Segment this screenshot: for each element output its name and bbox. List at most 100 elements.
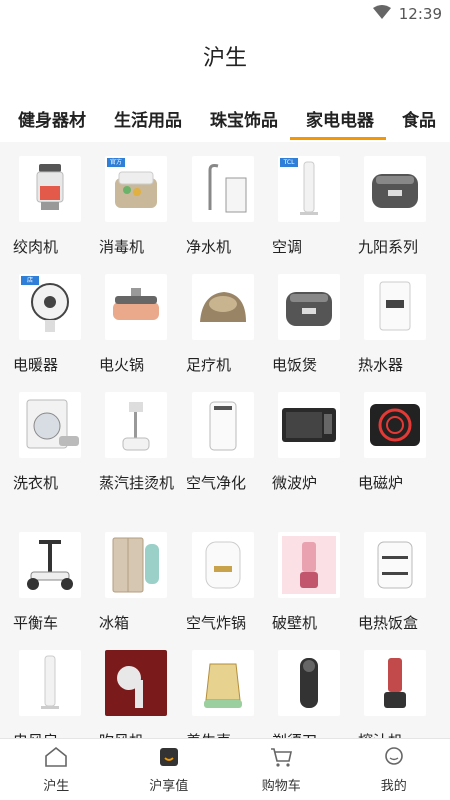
product-item[interactable]: 冰箱 (93, 518, 179, 636)
product-label: 蒸汽挂烫机 (99, 474, 175, 492)
product-label: 电火锅 (99, 356, 145, 374)
product-item[interactable]: 榨汁机 (352, 636, 438, 738)
profile-icon (383, 746, 405, 772)
product-item[interactable]: 电风扇 (7, 636, 93, 738)
nav-home-label: 沪生 (43, 778, 70, 794)
washing-machine-icon (19, 392, 81, 458)
product-label: 电饭煲 (272, 356, 318, 374)
sterilizer-icon: 官方 (105, 156, 167, 222)
product-item[interactable]: 洗衣机 (7, 378, 93, 496)
nav-profile-label: 我的 (380, 778, 407, 794)
induction-cooker-icon (364, 392, 426, 458)
product-item[interactable]: 养生壶 (180, 636, 266, 738)
product-item[interactable]: 足疗机 (180, 260, 266, 378)
tab-daily-goods[interactable]: 生活用品 (114, 96, 182, 140)
product-label: 冰箱 (99, 614, 130, 632)
microwave-icon (278, 392, 340, 458)
product-label: 养生壶 (186, 730, 266, 738)
product-label: 足疗机 (186, 356, 232, 374)
product-label: 净水机 (186, 238, 232, 256)
nav-cart-label: 购物车 (261, 778, 301, 794)
product-item[interactable]: 吹风机 (93, 636, 179, 738)
nav-home[interactable]: 沪生 (0, 739, 113, 800)
category-tabs: 健身器材 生活用品 珠宝饰品 家电电器 食品 (0, 96, 450, 140)
product-label: 剃须刀 (272, 730, 352, 738)
product-item[interactable]: 官方消毒机 (93, 142, 179, 260)
rice-cooker-icon (278, 274, 340, 340)
product-label: 空调 (272, 238, 303, 256)
product-item[interactable]: 九阳系列 (352, 142, 438, 260)
product-label: 空气炸锅 (186, 614, 247, 632)
product-grid-container: 绞肉机 官方 消毒机 净水机 TCL 空调 九阳系列店电暖器 电火锅 足疗机 电饭煲 热水器 洗衣机蒸… (0, 142, 450, 738)
product-item[interactable]: 电磁炉 (352, 378, 438, 496)
product-item[interactable]: 破壁机 (266, 518, 352, 636)
active-tab-indicator (290, 137, 386, 140)
product-item[interactable]: 净水机 (180, 142, 266, 260)
tower-fan-icon: TCL (278, 156, 340, 222)
product-label: 吹风机 (99, 730, 179, 738)
product-label: 电暖器 (13, 356, 59, 374)
meat-grinder-icon (19, 156, 81, 222)
tower-fan-icon (19, 650, 81, 716)
air-fryer-icon (192, 532, 254, 598)
nav-cart[interactable]: 购物车 (225, 739, 338, 800)
wifi-icon (372, 4, 391, 23)
product-badge: 官方 (107, 158, 125, 167)
tab-jewelry[interactable]: 珠宝饰品 (210, 96, 278, 140)
home-icon (44, 746, 68, 772)
rice-cooker-icon (364, 156, 426, 222)
product-label: 榨汁机 (358, 730, 438, 738)
product-label: 空气净化 (186, 474, 247, 492)
garment-steamer-icon (105, 392, 167, 458)
nav-points[interactable]: 沪享值 (113, 739, 226, 800)
health-kettle-icon (192, 650, 254, 716)
product-label: 电风扇 (13, 730, 93, 738)
product-badge: TCL (280, 158, 298, 167)
product-item[interactable]: 剃须刀 (266, 636, 352, 738)
product-label: 微波炉 (272, 474, 318, 492)
product-item[interactable]: 热水器 (352, 260, 438, 378)
refrigerator-icon (105, 532, 167, 598)
product-label: 电磁炉 (358, 474, 404, 492)
product-item[interactable]: 空气炸锅 (180, 518, 266, 636)
juicer-icon (364, 650, 426, 716)
bag-icon (158, 746, 180, 772)
blender-icon (278, 532, 340, 598)
product-item[interactable]: 电火锅 (93, 260, 179, 378)
bottom-nav: 沪生 沪享值 购物车 我的 (0, 738, 450, 800)
heater-fan-icon: 店 (19, 274, 81, 340)
status-time: 12:39 (398, 4, 442, 23)
product-item[interactable]: 蒸汽挂烫机 (93, 378, 179, 496)
product-item[interactable]: 电热饭盒 (352, 518, 438, 636)
nav-profile[interactable]: 我的 (338, 739, 450, 800)
product-item[interactable]: 空气净化 (180, 378, 266, 496)
product-badge: 店 (21, 276, 39, 285)
tab-food[interactable]: 食品 (402, 96, 436, 140)
balance-scooter-icon (19, 532, 81, 598)
product-item[interactable]: 平衡车 (7, 518, 93, 636)
product-label: 破壁机 (272, 614, 318, 632)
product-item[interactable]: 绞肉机 (7, 142, 93, 260)
product-item[interactable]: 电饭煲 (266, 260, 352, 378)
tab-fitness[interactable]: 健身器材 (18, 96, 86, 140)
product-label: 九阳系列 (358, 238, 419, 256)
product-label: 热水器 (358, 356, 404, 374)
water-purifier-icon (192, 156, 254, 222)
product-label: 消毒机 (99, 238, 145, 256)
water-heater-icon (364, 274, 426, 340)
product-item[interactable]: 微波炉 (266, 378, 352, 496)
shaver-icon (278, 650, 340, 716)
cart-icon (269, 746, 293, 772)
status-bar: 12:39 (0, 0, 450, 28)
page-title: 沪生 (202, 46, 247, 71)
hot-pot-icon (105, 274, 167, 340)
product-item[interactable]: TCL 空调 (266, 142, 352, 260)
air-purifier-icon (192, 392, 254, 458)
product-item[interactable]: 店电暖器 (7, 260, 93, 378)
product-label: 电热饭盒 (358, 614, 419, 632)
lunch-box-icon (364, 532, 426, 598)
nav-points-label: 沪享值 (149, 778, 189, 794)
hair-dryer-icon (105, 650, 167, 716)
product-label: 绞肉机 (13, 238, 59, 256)
tab-home-appliances[interactable]: 家电电器 (306, 96, 374, 140)
